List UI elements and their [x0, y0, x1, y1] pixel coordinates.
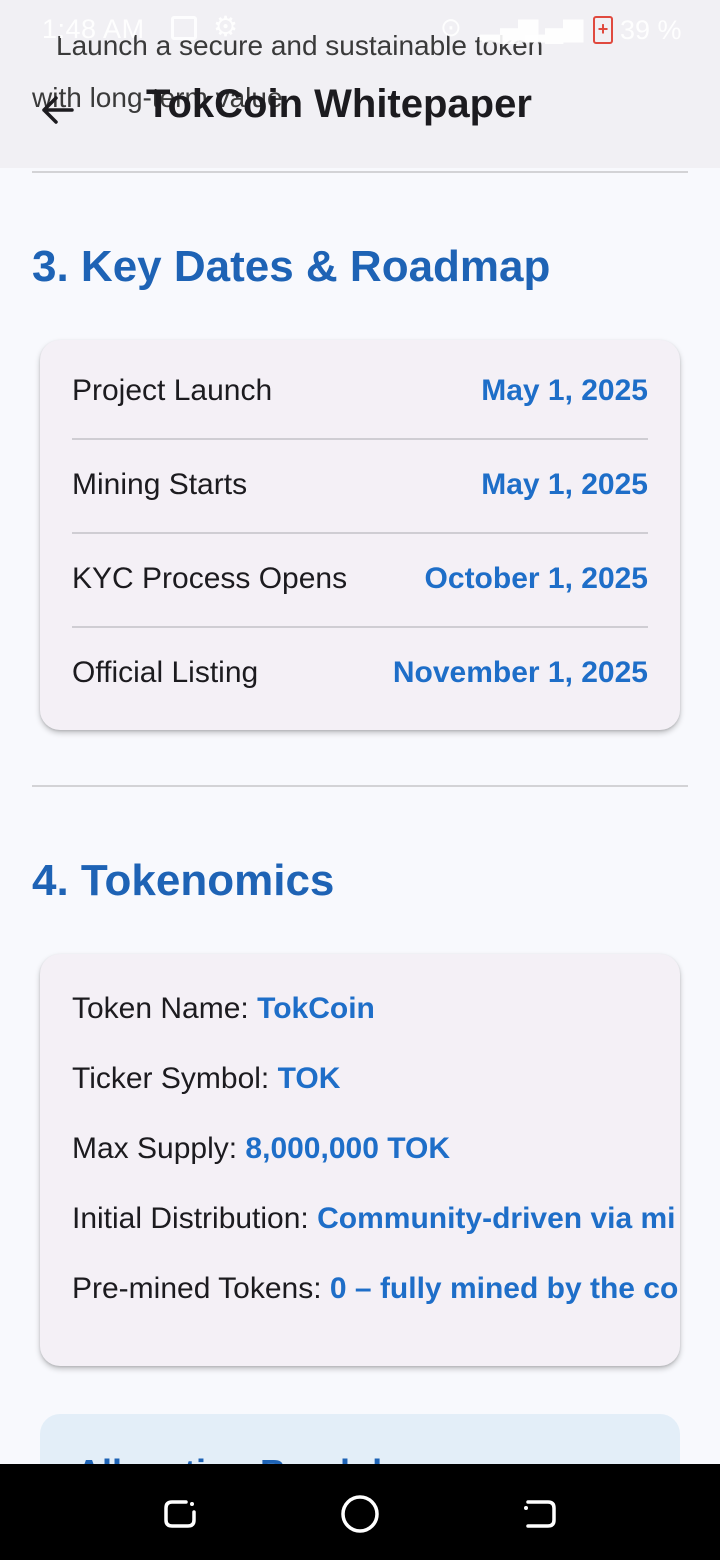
gear-icon: ⚙ — [213, 11, 239, 42]
roadmap-row: Mining Starts May 1, 2025 — [72, 434, 648, 528]
battery-percent: 39 % — [620, 15, 682, 45]
tokenomics-item: Ticker Symbol: TOK — [72, 1062, 340, 1096]
roadmap-card: Project Launch May 1, 2025 Mining Starts… — [40, 340, 680, 730]
tokenomics-item: Token Name: TokCoin — [72, 992, 375, 1026]
roadmap-row-label: Official Listing — [72, 656, 259, 689]
recent-apps-icon[interactable] — [156, 1490, 204, 1538]
tokenomics-key: Token Name: — [72, 992, 258, 1025]
roadmap-row-label: KYC Process Opens — [72, 562, 348, 595]
roadmap-row-date: November 1, 2025 — [392, 656, 648, 689]
tokenomics-item: Initial Distribution: Community-driven v… — [72, 1202, 676, 1236]
section-divider — [32, 785, 688, 787]
arrow-back-icon[interactable] — [34, 86, 82, 134]
tokenomics-value: 0 – fully mined by the co — [329, 1272, 679, 1305]
tokenomics-key: Initial Distribution: — [72, 1202, 318, 1235]
back-nav-icon[interactable] — [516, 1490, 564, 1538]
allocation-title: Allocation Breakdown — [76, 1452, 454, 1464]
status-bar: 1:48 AM ⚙ ⊙ ▂▄▆ ▂▄▆ + 39 % — [0, 0, 720, 58]
roadmap-row-label: Mining Starts — [72, 468, 248, 501]
roadmap-row: KYC Process Opens October 1, 2025 — [72, 528, 648, 622]
system-nav-bar — [0, 1464, 720, 1560]
whitepaper-content[interactable]: 3. Key Dates & Roadmap Project Launch Ma… — [0, 168, 720, 1464]
tokenomics-value: TokCoin — [257, 992, 375, 1025]
tokenomics-card: Token Name: TokCoin Ticker Symbol: TOK M… — [40, 954, 680, 1366]
tokenomics-value: TOK — [277, 1062, 341, 1095]
tokenomics-key: Ticker Symbol: — [72, 1062, 278, 1095]
tokenomics-item: Pre-mined Tokens: 0 – fully mined by the… — [72, 1272, 678, 1306]
tokenomics-key: Pre-mined Tokens: — [72, 1272, 330, 1305]
tokenomics-item: Max Supply: 8,000,000 TOK — [72, 1132, 450, 1166]
signal-icon: ▂▄▆ — [525, 12, 584, 42]
tokenomics-key: Max Supply: — [72, 1132, 246, 1165]
page-title: TokCoin Whitepaper — [146, 82, 532, 126]
roadmap-row: Official Listing November 1, 2025 — [72, 622, 648, 716]
tokenomics-value: 8,000,000 TOK — [245, 1132, 451, 1165]
roadmap-section-title: 3. Key Dates & Roadmap — [32, 242, 551, 291]
tokenomics-value: Community-driven via mi — [317, 1202, 676, 1235]
home-icon[interactable] — [336, 1490, 384, 1538]
battery-icon: + — [593, 16, 613, 44]
roadmap-row-date: October 1, 2025 — [424, 562, 648, 595]
hotspot-icon: ⊙ — [440, 12, 462, 42]
roadmap-row-date: May 1, 2025 — [481, 468, 648, 501]
section-divider — [32, 171, 688, 173]
roadmap-row-label: Project Launch — [72, 374, 273, 407]
status-time: 1:48 AM — [42, 14, 145, 44]
allocation-card: Allocation Breakdown — [40, 1414, 680, 1464]
roadmap-row-date: May 1, 2025 — [481, 374, 648, 407]
roadmap-row: Project Launch May 1, 2025 — [72, 340, 648, 434]
gallery-icon — [171, 16, 197, 40]
tokenomics-section-title: 4. Tokenomics — [32, 856, 335, 905]
